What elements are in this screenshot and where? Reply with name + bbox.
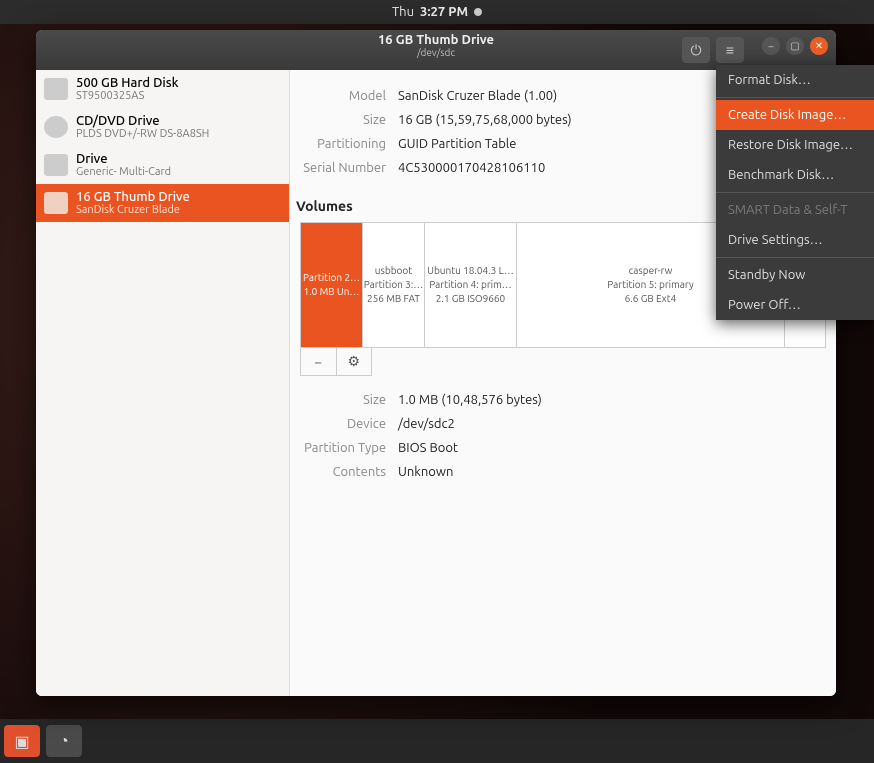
optical-drive-icon: [44, 116, 68, 138]
label-vcontents: Contents: [290, 460, 386, 484]
menu-separator: [716, 97, 874, 98]
device-sub: PLDS DVD+/-RW DS-8A8SH: [76, 128, 209, 140]
label-partitioning: Partitioning: [290, 132, 386, 156]
value-partitioning: GUID Partition Table: [398, 132, 516, 156]
sidebar-item-hard-disk[interactable]: 500 GB Hard Disk ST9500325AS: [36, 70, 289, 108]
sidebar-item-thumb-drive[interactable]: 16 GB Thumb Drive SanDisk Cruzer Blade: [36, 184, 289, 222]
value-vcontents: Unknown: [398, 460, 453, 484]
close-button[interactable]: ✕: [810, 37, 828, 55]
menu-format-disk[interactable]: Format Disk…: [716, 65, 874, 95]
menu-create-disk-image[interactable]: Create Disk Image…: [716, 100, 874, 130]
value-vdevice: /dev/sdc2: [398, 412, 455, 436]
volume-info: Size 1.0 MB (10,48,576 bytes) Device/dev/…: [290, 376, 836, 492]
disks-icon: ◔: [59, 732, 69, 751]
menu-standby-now[interactable]: Standby Now: [716, 260, 874, 290]
device-sidebar: 500 GB Hard Disk ST9500325AS CD/DVD Driv…: [36, 70, 290, 696]
value-size: 16 GB (15,59,75,68,000 bytes): [398, 108, 572, 132]
card-reader-icon: [44, 154, 68, 176]
titlebar: 16 GB Thumb Drive /dev/sdc ⏻ ≡ – ▢ ✕: [36, 30, 836, 70]
value-serial: 4C530000170428106110: [398, 156, 545, 180]
device-sub: Generic- Multi-Card: [76, 166, 171, 178]
maximize-button[interactable]: ▢: [786, 37, 804, 55]
taskbar-disks-app[interactable]: ◔: [46, 725, 82, 757]
hamburger-menu: Format Disk… Create Disk Image… Restore …: [716, 65, 874, 320]
menu-smart-data: SMART Data & Self-T: [716, 195, 874, 225]
menu-separator: [716, 257, 874, 258]
minimize-button[interactable]: –: [762, 37, 780, 55]
menu-drive-settings[interactable]: Drive Settings…: [716, 225, 874, 255]
gnome-menubar: Thu 3:27 PM: [0, 0, 874, 24]
menubar-day: Thu: [392, 5, 414, 19]
label-vdevice: Device: [290, 412, 386, 436]
label-vptype: Partition Type: [290, 436, 386, 460]
menu-restore-disk-image[interactable]: Restore Disk Image…: [716, 130, 874, 160]
device-title: 16 GB Thumb Drive: [76, 190, 190, 204]
menubar-time: 3:27 PM: [420, 5, 468, 19]
taskbar: ▣ ◔: [0, 719, 874, 763]
thumb-drive-icon: [44, 192, 68, 214]
gear-icon: ⚙: [347, 353, 360, 370]
menu-separator: [716, 192, 874, 193]
device-title: Drive: [76, 152, 171, 166]
device-sub: ST9500325AS: [76, 90, 179, 102]
menu-power-off[interactable]: Power Off…: [716, 290, 874, 320]
sidebar-item-optical[interactable]: CD/DVD Drive PLDS DVD+/-RW DS-8A8SH: [36, 108, 289, 146]
camera-icon: ▣: [14, 732, 29, 751]
value-vptype: BIOS Boot: [398, 436, 458, 460]
volume-ubuntu[interactable]: Ubuntu 18.04.3 L… Partition 4: prim… 2.1…: [425, 223, 517, 347]
label-vsize: Size: [290, 388, 386, 412]
volume-settings-button[interactable]: ⚙: [337, 348, 372, 375]
value-vsize: 1.0 MB (10,48,576 bytes): [398, 388, 542, 412]
hard-disk-icon: [44, 78, 68, 100]
sidebar-item-card-reader[interactable]: Drive Generic- Multi-Card: [36, 146, 289, 184]
device-title: 500 GB Hard Disk: [76, 76, 179, 90]
device-sub: SanDisk Cruzer Blade: [76, 204, 190, 216]
label-model: Model: [290, 84, 386, 108]
taskbar-screen-recorder[interactable]: ▣: [4, 725, 40, 757]
menubar-indicator-dot: [474, 8, 482, 16]
volume-partition-2[interactable]: Partition 2… 1.0 MB Un…: [301, 223, 363, 347]
device-title: CD/DVD Drive: [76, 114, 209, 128]
power-button[interactable]: ⏻: [682, 37, 710, 63]
volume-toolbar: − ⚙: [300, 348, 372, 376]
menu-benchmark-disk[interactable]: Benchmark Disk…: [716, 160, 874, 190]
volume-remove-button[interactable]: −: [301, 348, 337, 375]
label-size: Size: [290, 108, 386, 132]
value-model: SanDisk Cruzer Blade (1.00): [398, 84, 557, 108]
hamburger-menu-button[interactable]: ≡: [716, 37, 744, 63]
label-serial: Serial Number: [290, 156, 386, 180]
volume-usbboot[interactable]: usbboot Partition 3:… 256 MB FAT: [363, 223, 425, 347]
